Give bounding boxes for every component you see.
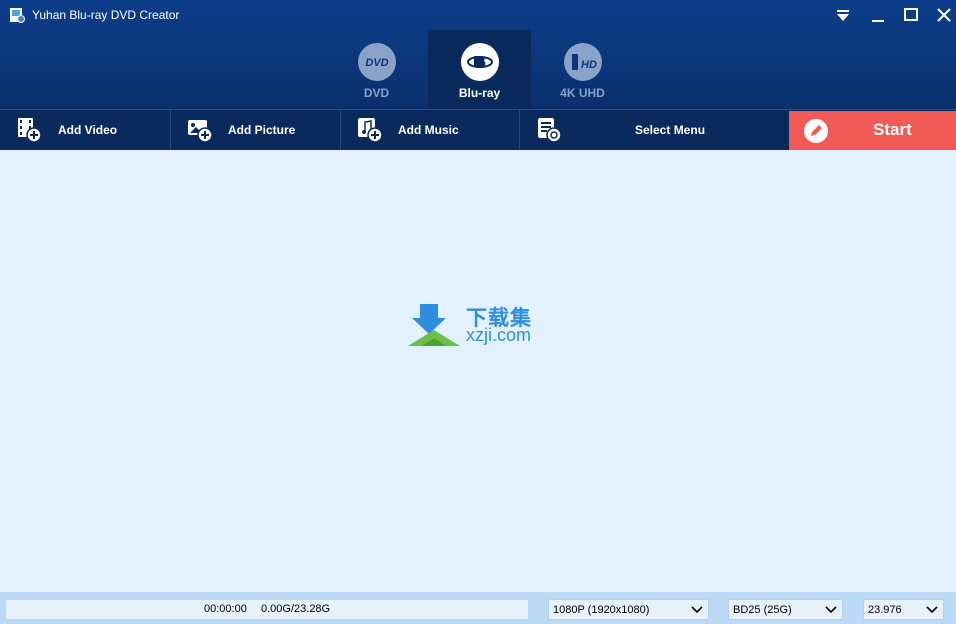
- 4k-uhd-logo-icon: HD: [564, 43, 602, 81]
- frame-rate-select[interactable]: 23.976: [863, 599, 944, 620]
- add-video-label: Add Video: [58, 123, 118, 137]
- bluray-logo-icon: [461, 43, 499, 81]
- duration-text: 00:00:00: [204, 603, 247, 615]
- add-video-icon: [18, 118, 42, 143]
- start-button[interactable]: Start: [789, 111, 956, 150]
- pencil-icon: [804, 119, 828, 143]
- disc-type-select[interactable]: BD25 (25G): [728, 599, 843, 620]
- dvd-logo-icon: DVD: [358, 43, 396, 81]
- select-menu-label: Select Menu: [635, 123, 706, 137]
- maximize-icon[interactable]: [899, 4, 923, 26]
- select-menu-button[interactable]: Select Menu: [520, 110, 777, 150]
- tab-4k-uhd-label: 4K UHD: [560, 86, 605, 100]
- add-picture-label: Add Picture: [228, 123, 296, 137]
- select-menu-icon: [538, 118, 562, 143]
- add-music-icon: [358, 118, 383, 143]
- disc-type-value: BD25 (25G): [733, 604, 792, 616]
- status-bar: 00:00:00 0.00G/23.28G 1080P (1920x1080) …: [0, 592, 956, 624]
- watermark-en: xzji.com: [466, 325, 532, 345]
- disc-usage-bar: 00:00:00 0.00G/23.28G: [6, 600, 528, 619]
- add-picture-icon: [188, 120, 213, 143]
- tab-dvd[interactable]: DVD DVD: [325, 30, 428, 109]
- tab-bluray[interactable]: Blu-ray: [428, 30, 531, 109]
- tab-dvd-label: DVD: [363, 86, 390, 100]
- start-label: Start: [873, 120, 912, 139]
- close-icon[interactable]: [932, 4, 956, 26]
- tab-4k-uhd[interactable]: HD 4K UHD: [531, 30, 634, 109]
- size-text: 0.00G/23.28G: [261, 603, 331, 615]
- add-video-button[interactable]: Add Video: [0, 110, 170, 150]
- minimize-icon[interactable]: [866, 4, 890, 26]
- dropdown-menu-icon[interactable]: [831, 4, 855, 26]
- header: Yuhan Blu-ray DVD Creator DVD DVD Blu-ra…: [0, 0, 956, 109]
- chevron-down-icon: [691, 606, 703, 614]
- svg-text:DVD: DVD: [365, 57, 388, 69]
- add-picture-button[interactable]: Add Picture: [171, 110, 340, 150]
- resolution-select[interactable]: 1080P (1920x1080): [548, 599, 709, 620]
- file-list-area[interactable]: [0, 150, 956, 592]
- window-title: Yuhan Blu-ray DVD Creator: [32, 8, 180, 22]
- chevron-down-icon: [825, 606, 837, 614]
- resolution-value: 1080P (1920x1080): [553, 604, 650, 616]
- chevron-down-icon: [926, 606, 938, 614]
- app-logo-icon: [10, 8, 25, 23]
- download-arrow-logo-icon: [408, 304, 460, 346]
- svg-text:HD: HD: [581, 59, 597, 71]
- add-music-button[interactable]: Add Music: [341, 110, 519, 150]
- watermark: 下载集 xzji.com: [408, 302, 558, 348]
- add-music-label: Add Music: [398, 123, 459, 137]
- tab-bluray-label: Blu-ray: [458, 86, 501, 100]
- frame-rate-value: 23.976: [868, 604, 902, 616]
